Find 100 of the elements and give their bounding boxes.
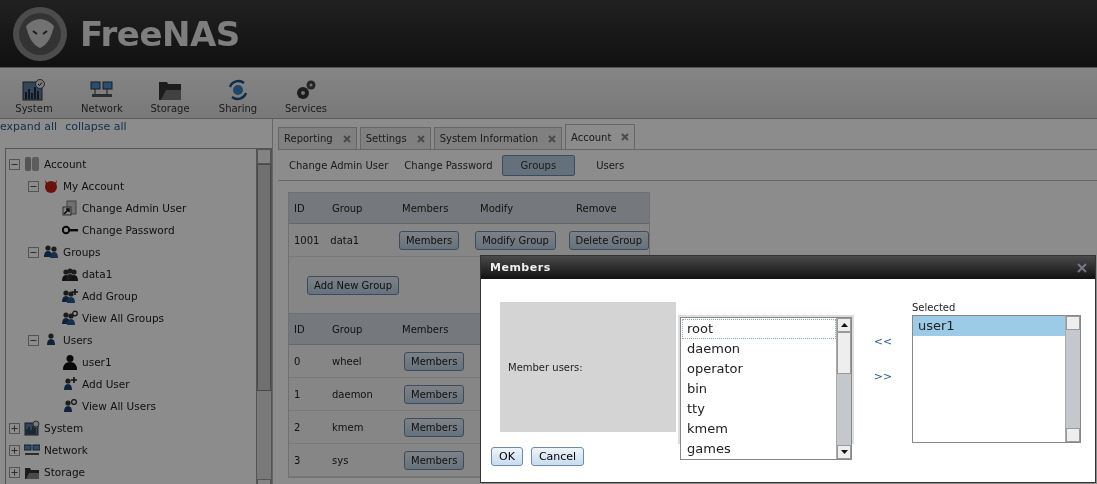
toolbar-button[interactable]: System [10, 79, 58, 118]
toolbar-button[interactable]: Network [78, 79, 126, 118]
tree-item[interactable]: Change Admin User [82, 202, 187, 214]
tree-item[interactable]: Users [63, 334, 93, 346]
tree-item[interactable]: Groups [63, 246, 101, 258]
toolbar-button[interactable]: Sharing [214, 79, 262, 118]
subtab[interactable]: Groups [501, 154, 576, 176]
tree-link[interactable]: collapse all [65, 120, 127, 133]
tree-item[interactable]: View All Groups [82, 312, 165, 324]
close-icon[interactable] [416, 134, 425, 143]
table-cell-text: 2 [293, 421, 302, 433]
toolbar-button[interactable]: Services [282, 79, 330, 118]
table-cell-text: 1 [293, 388, 302, 400]
admin-icon [62, 200, 78, 216]
subtab[interactable]: Users [589, 154, 632, 176]
available-users-list[interactable]: root daemon operator bin tty kmem games [680, 317, 852, 460]
tree-item[interactable]: user1 [82, 356, 112, 368]
column-header: ID [293, 202, 306, 214]
modify-button[interactable]: Modify Group [475, 230, 556, 250]
members-button[interactable]: Members [404, 417, 465, 437]
chart-icon [22, 79, 46, 101]
table-cell-text: wheel [331, 355, 363, 367]
tree-item[interactable]: Add User [82, 378, 130, 390]
delete-button[interactable]: Delete Group [568, 230, 649, 250]
list-option[interactable]: daemon [682, 339, 836, 359]
user-search-icon [62, 398, 78, 414]
table-cell-text: data1 [329, 234, 361, 246]
list-option[interactable]: games [682, 439, 836, 459]
cancel-button[interactable]: Cancel [530, 447, 585, 466]
tree-item[interactable]: Account [44, 158, 87, 170]
expand-icon[interactable] [9, 466, 20, 478]
column-header: Group [331, 323, 364, 335]
group-add-icon [62, 288, 78, 304]
tab[interactable]: Account [565, 124, 636, 149]
close-icon[interactable] [342, 134, 351, 143]
members-button[interactable]: Members [398, 230, 460, 250]
subtab[interactable]: Change Admin User [282, 154, 396, 176]
tree-item[interactable]: System [44, 422, 84, 434]
table-cell-text: sys [331, 454, 350, 466]
members-button[interactable]: Members [404, 384, 465, 404]
move-right-button[interactable]: >> [873, 370, 893, 383]
collapse-icon[interactable] [28, 180, 39, 192]
tree-item[interactable]: My Account [63, 180, 124, 192]
members-button[interactable]: Members [404, 351, 465, 371]
tree-item[interactable]: Network [44, 444, 88, 456]
close-icon[interactable] [548, 134, 556, 143]
tab[interactable]: System Information [433, 127, 562, 149]
tree-item[interactable]: Storage [44, 466, 86, 478]
list-option[interactable]: tty [682, 399, 836, 419]
column-header: Members [401, 202, 450, 214]
tree-item[interactable]: View All Users [82, 400, 156, 412]
collapse-icon[interactable] [28, 246, 39, 258]
column-header: Members [401, 323, 450, 335]
network-icon [24, 442, 40, 458]
column-header: Remove [575, 202, 618, 214]
scrollbar[interactable] [1065, 316, 1080, 442]
scroll-down-icon[interactable] [840, 450, 848, 454]
group-icon [62, 266, 78, 282]
tree-link[interactable]: expand all [0, 120, 58, 133]
logo-text: FreeNAS [80, 13, 240, 54]
list-option[interactable]: operator [682, 359, 836, 379]
move-left-button[interactable]: << [873, 335, 893, 348]
collapse-icon[interactable] [28, 334, 39, 346]
dialog-title: Members [490, 261, 551, 274]
user-icon [62, 354, 78, 370]
ok-button[interactable]: OK [491, 447, 523, 466]
group-search-icon [62, 310, 78, 326]
selected-users-list[interactable]: user1 [912, 315, 1081, 443]
field-label: Member users: [500, 302, 676, 432]
gears-icon [294, 79, 318, 101]
chart-icon [24, 420, 40, 436]
expand-icon[interactable] [9, 444, 20, 456]
column-header: Group [331, 202, 364, 214]
tree-item[interactable]: Change Password [82, 224, 175, 236]
expand-icon[interactable] [9, 422, 20, 434]
scroll-up-icon[interactable] [840, 323, 848, 327]
scrollbar[interactable] [836, 318, 851, 459]
tree-item[interactable]: Add Group [82, 290, 138, 302]
column-header: Modify [479, 202, 515, 214]
group-icon [43, 244, 59, 260]
close-icon[interactable] [621, 133, 630, 141]
close-icon[interactable] [1077, 262, 1087, 273]
collapse-icon[interactable] [9, 158, 20, 170]
user-add-icon [62, 376, 78, 392]
list-option[interactable]: user1 [913, 316, 1065, 336]
tab[interactable]: Settings [359, 127, 431, 149]
add-group-button[interactable]: Add New Group [307, 275, 399, 295]
members-button[interactable]: Members [404, 450, 465, 470]
folder-icon [158, 79, 182, 101]
scrollbar[interactable] [256, 149, 271, 484]
list-option[interactable]: kmem [682, 419, 836, 439]
mascot-icon [43, 178, 59, 194]
tree-item[interactable]: data1 [82, 268, 113, 280]
list-option[interactable]: bin [682, 379, 836, 399]
table-cell-text: 0 [293, 355, 302, 367]
table-cell-text: daemon [331, 388, 374, 400]
table-cell-text: 1001 [293, 234, 321, 246]
toolbar-button[interactable]: Storage [146, 79, 194, 118]
subtab[interactable]: Change Password [397, 154, 500, 176]
tab[interactable]: Reporting [278, 127, 357, 149]
